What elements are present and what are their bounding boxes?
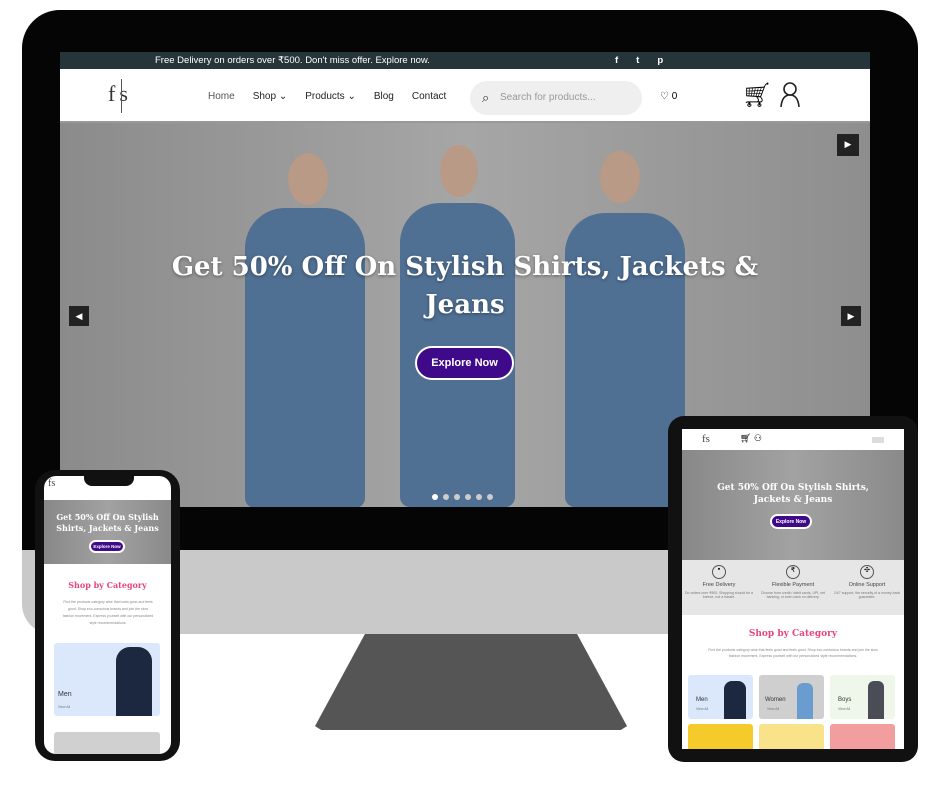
logo: fs xyxy=(702,433,710,445)
feature-desc: 24/7 support, the security of a money-ba… xyxy=(833,591,901,599)
nav-products[interactable]: Products ⌄ xyxy=(305,91,356,102)
play-button[interactable]: ▶ xyxy=(837,134,859,156)
category-name: Men xyxy=(696,697,708,703)
nav-blog[interactable]: Blog xyxy=(374,91,394,102)
support-icon: ✣ xyxy=(860,565,874,579)
explore-now-button[interactable]: Explore Now xyxy=(415,346,514,380)
pinterest-icon[interactable]: p xyxy=(657,52,663,69)
category-women[interactable] xyxy=(54,732,160,754)
category-men[interactable]: Men View All xyxy=(54,643,160,716)
feature-desc: Choose from credit / debit cards, UPI, n… xyxy=(760,591,826,599)
nav-contact[interactable]: Contact xyxy=(412,91,446,102)
tablet-screen: fs 🛒︎ ⚇ Get 50% Off On Stylish Shirts, J… xyxy=(682,429,904,749)
nav-shop[interactable]: Shop ⌄ xyxy=(253,91,288,102)
model-head xyxy=(288,153,328,205)
model-head xyxy=(600,151,640,203)
user-icon[interactable] xyxy=(780,81,800,107)
category-girls[interactable] xyxy=(688,724,753,749)
category-men[interactable]: Men View All xyxy=(688,675,753,719)
nav-home[interactable]: Home xyxy=(208,91,235,102)
category-women[interactable]: Women View All xyxy=(759,675,824,719)
explore-now-button[interactable]: Explore Now xyxy=(89,540,125,553)
hero-slider: Get 50% Off On Stylish Shirts, Jackets &… xyxy=(682,450,904,560)
section-desc: Find the products category wise that fee… xyxy=(708,648,878,658)
rupee-icon: ₹ xyxy=(786,565,800,579)
logo: fs xyxy=(48,478,56,489)
model-head xyxy=(440,145,478,197)
feature-desc: Do orders over ₹500, Shopping should be … xyxy=(685,591,753,599)
hero-title: Get 50% Off On Stylish Shirts, Jackets &… xyxy=(171,252,759,320)
view-all-link[interactable]: View All xyxy=(696,707,708,711)
monitor-stand xyxy=(315,634,627,730)
section-title: Shop by Category xyxy=(748,629,838,639)
category-boys[interactable]: Boys View All xyxy=(830,675,895,719)
hero-title: Get 50% Off On Stylish Shirts, Jackets &… xyxy=(56,512,159,533)
wishlist-button[interactable]: ♡ 0 xyxy=(660,91,677,102)
search-icon: ⌕ xyxy=(482,90,490,105)
view-all-link[interactable]: View All xyxy=(767,707,779,711)
main-nav: fs Home Shop ⌄ Products ⌄ Blog Contact ⌕… xyxy=(60,69,870,123)
announcement-text: Free Delivery on orders over ₹500. Don't… xyxy=(155,55,430,66)
hero-title: Get 50% Off On Stylish Shirts, Jackets &… xyxy=(717,483,869,505)
category-accessories[interactable] xyxy=(830,724,895,749)
feature-title: Online Support xyxy=(848,582,886,588)
hero-slider: Get 50% Off On Stylish Shirts, Jackets &… xyxy=(44,500,171,564)
next-slide-button[interactable]: ▶ xyxy=(841,306,861,326)
category-name: Men xyxy=(58,691,72,698)
section-title: Shop by Category xyxy=(68,580,147,590)
phone-notch xyxy=(84,476,134,486)
search-input[interactable]: ⌕ Search for products... xyxy=(470,81,642,115)
cart-icon[interactable]: 🛒︎ xyxy=(742,81,772,110)
slide-dots[interactable] xyxy=(432,494,493,500)
view-all-link[interactable]: View All xyxy=(58,705,70,709)
twitter-icon[interactable]: t xyxy=(636,52,639,69)
logo[interactable]: fs xyxy=(108,79,132,113)
announcement-bar: Free Delivery on orders over ₹500. Don't… xyxy=(60,52,870,69)
view-all-link[interactable]: View All xyxy=(838,707,850,711)
section-desc: Find the products category wise that loo… xyxy=(62,600,154,625)
cart-icon[interactable]: 🛒︎ ⚇ xyxy=(740,433,762,444)
prev-slide-button[interactable]: ◀ xyxy=(69,306,89,326)
phone-screen: fs Get 50% Off On Stylish Shirts, Jacket… xyxy=(44,476,171,754)
truck-icon: ▪ xyxy=(712,565,726,579)
menu-icon[interactable] xyxy=(872,437,884,443)
feature-title: Free Delivery xyxy=(702,582,736,588)
category-shoes[interactable] xyxy=(759,724,824,749)
category-name: Boys xyxy=(838,697,852,703)
facebook-icon[interactable]: f xyxy=(615,52,618,69)
search-placeholder: Search for products... xyxy=(500,92,596,103)
explore-now-button[interactable]: Explore Now xyxy=(770,514,812,529)
feature-title: Flexible Payment xyxy=(771,582,815,588)
category-name: Women xyxy=(765,697,786,703)
features-strip: ▪ Free Delivery Do orders over ₹500, Shopp… xyxy=(682,560,904,615)
